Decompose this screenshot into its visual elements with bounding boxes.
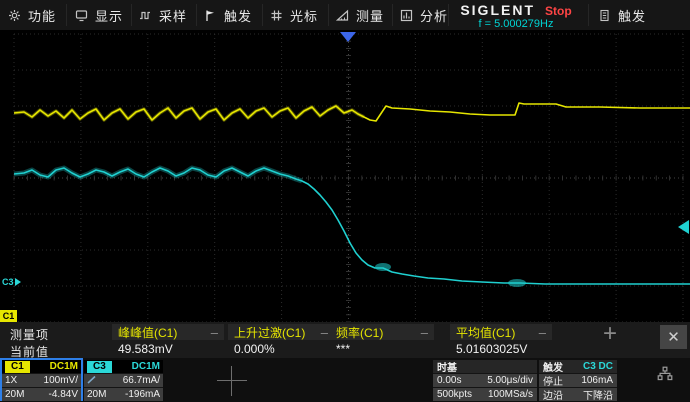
menu-separator xyxy=(131,4,132,26)
channel-box-c1[interactable]: C1 DC1M 1X 100mV/ 20M -4.84V xyxy=(2,360,81,399)
menu-item-display[interactable]: 显示 xyxy=(75,0,123,30)
measurement-value-mean: 5.01603025V xyxy=(456,342,527,356)
c3-channel-offset-marker[interactable]: C3 xyxy=(2,277,21,287)
network-icon[interactable] xyxy=(657,366,673,387)
menu-separator xyxy=(392,4,393,26)
coupling-label: DC1M xyxy=(132,361,160,372)
measure-icon xyxy=(336,9,349,22)
analyze-icon xyxy=(400,9,413,22)
run-state-indicator[interactable]: Stop xyxy=(545,4,572,18)
menu-item-label: 触发 xyxy=(618,6,646,25)
trigger-state: 停止 xyxy=(543,373,563,388)
menu-item-analyze[interactable]: 分析 xyxy=(400,0,448,30)
channel-box-c3[interactable]: C3 DC1M 66.7mA/ 20M -196mA xyxy=(84,360,163,399)
timebase-title: 时基 xyxy=(437,359,457,374)
menu-separator xyxy=(328,4,329,26)
menu-item-label: 采样 xyxy=(159,6,187,25)
timebase-scale: 5.00μs/div xyxy=(487,375,533,386)
channel-id-badge: C3 xyxy=(87,361,112,373)
menu-separator xyxy=(448,4,449,26)
collapse-icon[interactable]: – xyxy=(539,325,546,340)
oscilloscope-screen: 功能 显示 采样 触发 光标 测量 分析 xyxy=(0,0,690,402)
menu-item-label: 测量 xyxy=(356,6,384,25)
trigger-slope: 下降沿 xyxy=(583,387,613,402)
waveform-display[interactable] xyxy=(0,30,690,322)
measurement-item-pkpk[interactable]: 峰峰值(C1) – xyxy=(112,324,224,340)
trigger-box[interactable]: 触发 C3 DC 停止 106mA 边沿 下降沿 xyxy=(539,360,617,399)
menu-item-cursor[interactable]: 光标 xyxy=(270,0,318,30)
trigger-source: C3 DC xyxy=(583,361,613,372)
timebase-box[interactable]: 时基 0.00s 5.00μs/div 500kpts 100MSa/s xyxy=(433,360,537,399)
menu-separator xyxy=(588,4,589,26)
menu-separator xyxy=(262,4,263,26)
add-measurement-button[interactable]: + xyxy=(598,323,622,347)
menu-item-trigger[interactable]: 触发 xyxy=(204,0,252,30)
bandwidth-label: 20M xyxy=(5,389,24,400)
sample-icon xyxy=(139,9,152,22)
vertical-scale-label: 66.7mA/ xyxy=(123,375,160,386)
measurement-item-frequency[interactable]: 频率(C1) – xyxy=(330,324,434,340)
bandwidth-label: 20M xyxy=(87,389,106,400)
timebase-delay: 0.00s xyxy=(437,375,461,386)
trigger-type: 边沿 xyxy=(543,387,563,402)
collapse-icon[interactable]: – xyxy=(211,325,218,340)
coupling-label: DC1M xyxy=(50,361,78,372)
measurement-value-overshoot: 0.000% xyxy=(234,342,275,356)
measurement-item-mean[interactable]: 平均值(C1) – xyxy=(450,324,552,340)
trigger-title: 触发 xyxy=(543,359,563,374)
offset-label: -4.84V xyxy=(49,389,78,400)
trigger-frequency-readout: f = 5.000279Hz xyxy=(452,18,580,30)
siglent-logo: SIGLENT xyxy=(460,2,535,18)
menu-item-label: 显示 xyxy=(95,6,123,25)
menu-item-label: 触发 xyxy=(224,6,252,25)
list-icon xyxy=(598,9,611,22)
trigger-flag-icon xyxy=(204,9,217,22)
collapse-icon[interactable]: – xyxy=(321,325,328,340)
measurement-value-pkpk: 49.583mV xyxy=(118,342,173,356)
menu-separator xyxy=(196,4,197,26)
right-arrow-icon xyxy=(15,278,21,286)
measurement-item-overshoot[interactable]: 上升过激(C1) – xyxy=(228,324,334,340)
menu-item-function[interactable]: 功能 xyxy=(8,0,56,30)
menu-item-acquire[interactable]: 采样 xyxy=(139,0,187,30)
brand-status-block: SIGLENT Stop f = 5.000279Hz xyxy=(452,0,580,30)
bottom-status-bar: C1 DC1M 1X 100mV/ 20M -4.84V C3 DC1M 66.… xyxy=(0,358,690,402)
probe-icon xyxy=(87,375,97,387)
trigger-level: 106mA xyxy=(581,375,613,386)
close-measurements-button[interactable]: ✕ xyxy=(660,325,687,349)
cursor-icon xyxy=(270,9,283,22)
menu-item-label: 分析 xyxy=(420,6,448,25)
crosshair-icon xyxy=(217,366,247,396)
offset-label: -196mA xyxy=(125,389,160,400)
menu-item-label: 光标 xyxy=(290,6,318,25)
menu-separator xyxy=(66,4,67,26)
measurement-value-frequency: *** xyxy=(336,342,350,356)
menu-item-label: 功能 xyxy=(28,6,56,25)
vertical-scale-label: 100mV/ xyxy=(44,375,78,386)
display-icon xyxy=(75,9,88,22)
trigger-position-marker[interactable] xyxy=(340,32,356,42)
measurement-row-label: 测量项 xyxy=(10,326,49,343)
menu-item-measure[interactable]: 测量 xyxy=(336,0,384,30)
memory-depth: 500kpts xyxy=(437,389,472,400)
channel-id-badge: C1 xyxy=(5,361,30,373)
c1-channel-offset-marker[interactable]: C1 xyxy=(0,310,17,322)
gear-icon xyxy=(8,9,21,22)
menu-item-trigger-panel[interactable]: 触发 xyxy=(598,0,646,30)
sample-rate: 100MSa/s xyxy=(488,389,533,400)
measurement-panel: 测量项 当前值 峰峰值(C1) – 上升过激(C1) – 频率(C1) – 平均… xyxy=(0,322,690,359)
collapse-icon[interactable]: – xyxy=(421,325,428,340)
top-menu-bar: 功能 显示 采样 触发 光标 测量 分析 xyxy=(0,0,690,31)
attenuation-label: 1X xyxy=(5,375,17,386)
